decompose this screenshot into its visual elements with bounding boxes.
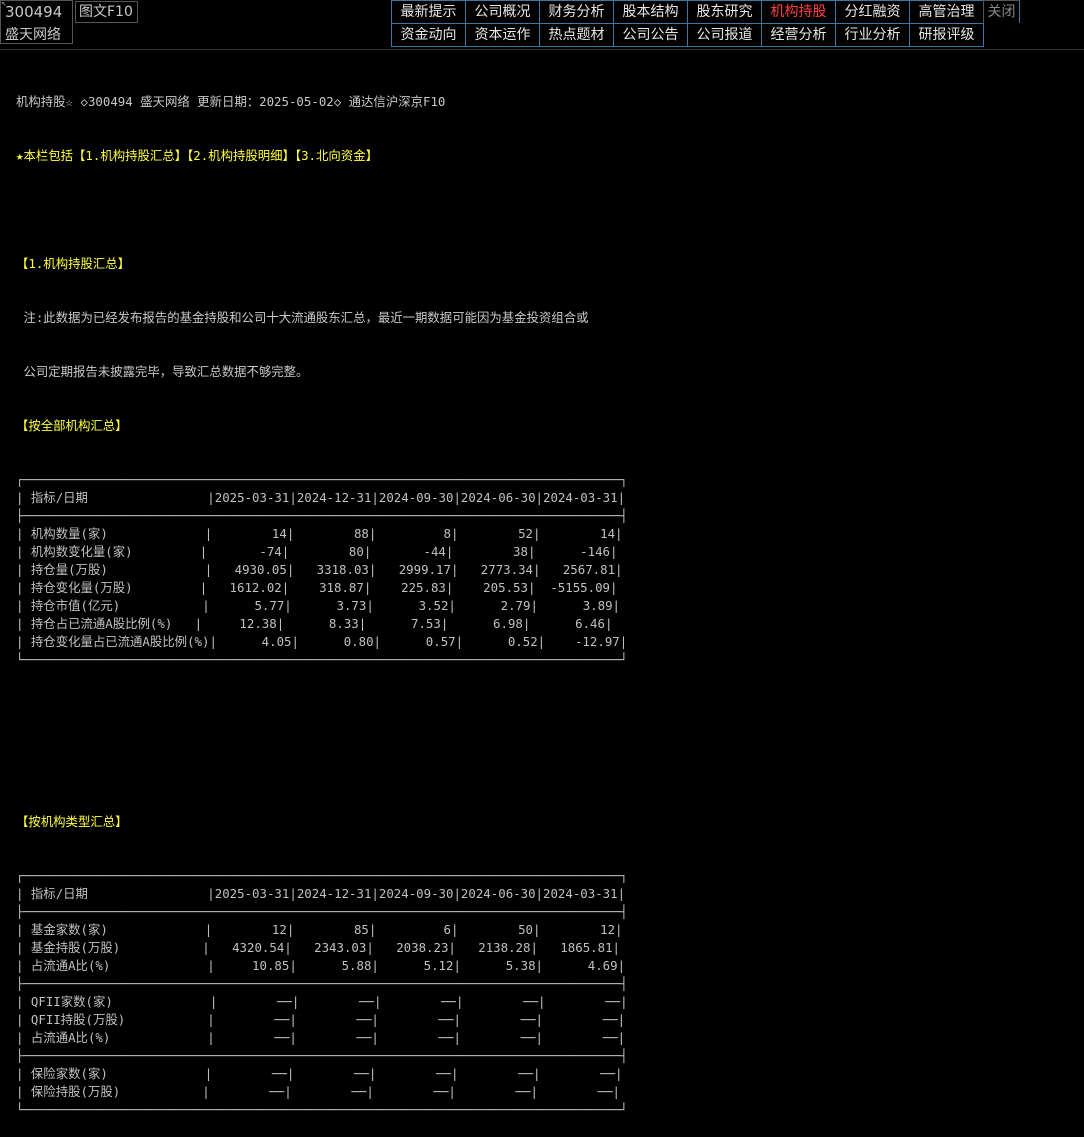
nav-row-1: 最新提示 公司概况 财务分析 股本结构 股东研究 机构持股 分红融资 高管治理 关闭 bbox=[391, 0, 1020, 23]
nav-tab[interactable]: 资本运作 bbox=[465, 23, 539, 47]
table-separator: ├───────────────────────────────────────… bbox=[16, 1048, 628, 1063]
close-button[interactable]: 关闭 bbox=[983, 0, 1020, 23]
f10-button[interactable]: 图文F10 bbox=[75, 1, 138, 23]
table-separator: ├───────────────────────────────────────… bbox=[16, 904, 628, 919]
nav-tab[interactable]: 公司报道 bbox=[687, 23, 761, 47]
page-title-line: 机构持股☆ ◇300494 盛天网络 更新日期：2025-05-02◇ 通达信沪… bbox=[16, 94, 446, 109]
stock-ticker-box[interactable]: ↖ 300494 盛天网络 bbox=[0, 0, 73, 44]
table-row: | 保险持股(万股) | ──| ──| ──| ──| ──| bbox=[16, 1084, 620, 1099]
table-separator: ├───────────────────────────────────────… bbox=[16, 508, 628, 523]
nav-tab[interactable]: 最新提示 bbox=[391, 0, 465, 23]
note-line-2: 公司定期报告未披露完毕，导致汇总数据不够完整。 bbox=[16, 364, 309, 379]
table-by-institution-type: ┌───────────────────────────────────────… bbox=[16, 867, 628, 1119]
nav-tab[interactable]: 股本结构 bbox=[613, 0, 687, 23]
table-row: | 持仓变化量(万股) | 1612.02| 318.87| 225.83| 2… bbox=[16, 580, 618, 595]
table-row: | 持仓占已流通A股比例(%) | 12.38| 8.33| 7.53| 6.9… bbox=[16, 616, 613, 631]
nav-tab[interactable]: 公司公告 bbox=[613, 23, 687, 47]
table-header-row: | 指标/日期 |2025-03-31|2024-12-31|2024-09-3… bbox=[16, 490, 626, 505]
nav-tab[interactable]: 高管治理 bbox=[909, 0, 983, 23]
table-border: └───────────────────────────────────────… bbox=[16, 1102, 628, 1117]
sections-line: ★本栏包括【1.机构持股汇总】【2.机构持股明细】【3.北向资金】 bbox=[16, 148, 378, 163]
section1-title: 【1.机构持股汇总】 bbox=[16, 256, 131, 271]
table-row: | 占流通A比(%) | 10.85| 5.88| 5.12| 5.38| 4.… bbox=[16, 958, 626, 973]
table-row: | 持仓变化量占已流通A股比例(%)| 4.05| 0.80| 0.57| 0.… bbox=[16, 634, 628, 649]
table-row: | 持仓市值(亿元) | 5.77| 3.73| 3.52| 2.79| 3.8… bbox=[16, 598, 620, 613]
table-all-institutions: ┌───────────────────────────────────────… bbox=[16, 471, 628, 669]
table-separator: ├───────────────────────────────────────… bbox=[16, 976, 628, 991]
nav-row-2: 资金动向 资本运作 热点题材 公司公告 公司报道 经营分析 行业分析 研报评级 bbox=[391, 23, 1020, 47]
table-row: | 保险家数(家) | ──| ──| ──| ──| ──| bbox=[16, 1066, 623, 1081]
table-border: ┌───────────────────────────────────────… bbox=[16, 472, 628, 487]
nav-tab[interactable]: 机构持股 bbox=[761, 0, 835, 23]
f10-nav: 最新提示 公司概况 财务分析 股本结构 股东研究 机构持股 分红融资 高管治理 关闭 资金动向资… bbox=[391, 0, 1020, 47]
stock-name: 盛天网络 bbox=[5, 27, 61, 43]
nav-tab[interactable]: 财务分析 bbox=[539, 0, 613, 23]
nav-tab[interactable]: 行业分析 bbox=[835, 23, 909, 47]
table-row: | 基金家数(家) | 12| 85| 6| 50| 12| bbox=[16, 922, 623, 937]
table-header-row: | 指标/日期 |2025-03-31|2024-12-31|2024-09-3… bbox=[16, 886, 626, 901]
table-type-title: 【按机构类型汇总】 bbox=[16, 814, 128, 829]
nav-tab[interactable]: 研报评级 bbox=[909, 23, 984, 47]
nav-tab[interactable]: 热点题材 bbox=[539, 23, 613, 47]
header-divider bbox=[0, 49, 1084, 50]
nav-tab[interactable]: 经营分析 bbox=[761, 23, 835, 47]
table-row: | QFII家数(家) | ──| ──| ──| ──| ──| bbox=[16, 994, 628, 1009]
table-row: | QFII持股(万股) | ──| ──| ──| ──| ──| bbox=[16, 1012, 626, 1027]
nav-tab[interactable]: 资金动向 bbox=[391, 23, 465, 47]
table-row: | 机构数量(家) | 14| 88| 8| 52| 14| bbox=[16, 526, 623, 541]
nav-tab[interactable]: 分红融资 bbox=[835, 0, 909, 23]
f10-content: 机构持股☆ ◇300494 盛天网络 更新日期：2025-05-02◇ 通达信沪… bbox=[16, 57, 628, 1137]
table-all-title: 【按全部机构汇总】 bbox=[16, 418, 128, 433]
table-border: └───────────────────────────────────────… bbox=[16, 652, 628, 667]
table-row: | 基金持股(万股) | 4320.54| 2343.03| 2038.23| … bbox=[16, 940, 620, 955]
nav-tab[interactable]: 公司概况 bbox=[465, 0, 539, 23]
stock-code: 300494 bbox=[5, 3, 63, 21]
nav-tab[interactable]: 股东研究 bbox=[687, 0, 761, 23]
note-line-1: 注:此数据为已经发布报告的基金持股和公司十大流通股东汇总，最近一期数据可能因为基… bbox=[16, 310, 589, 325]
table-row: | 持仓量(万股) | 4930.05| 3318.03| 2999.17| 2… bbox=[16, 562, 623, 577]
table-row: | 机构数变化量(家) | -74| 80| -44| 38| -146| bbox=[16, 544, 618, 559]
table-border: ┌───────────────────────────────────────… bbox=[16, 868, 628, 883]
table-row: | 占流通A比(%) | ──| ──| ──| ──| ──| bbox=[16, 1030, 626, 1045]
